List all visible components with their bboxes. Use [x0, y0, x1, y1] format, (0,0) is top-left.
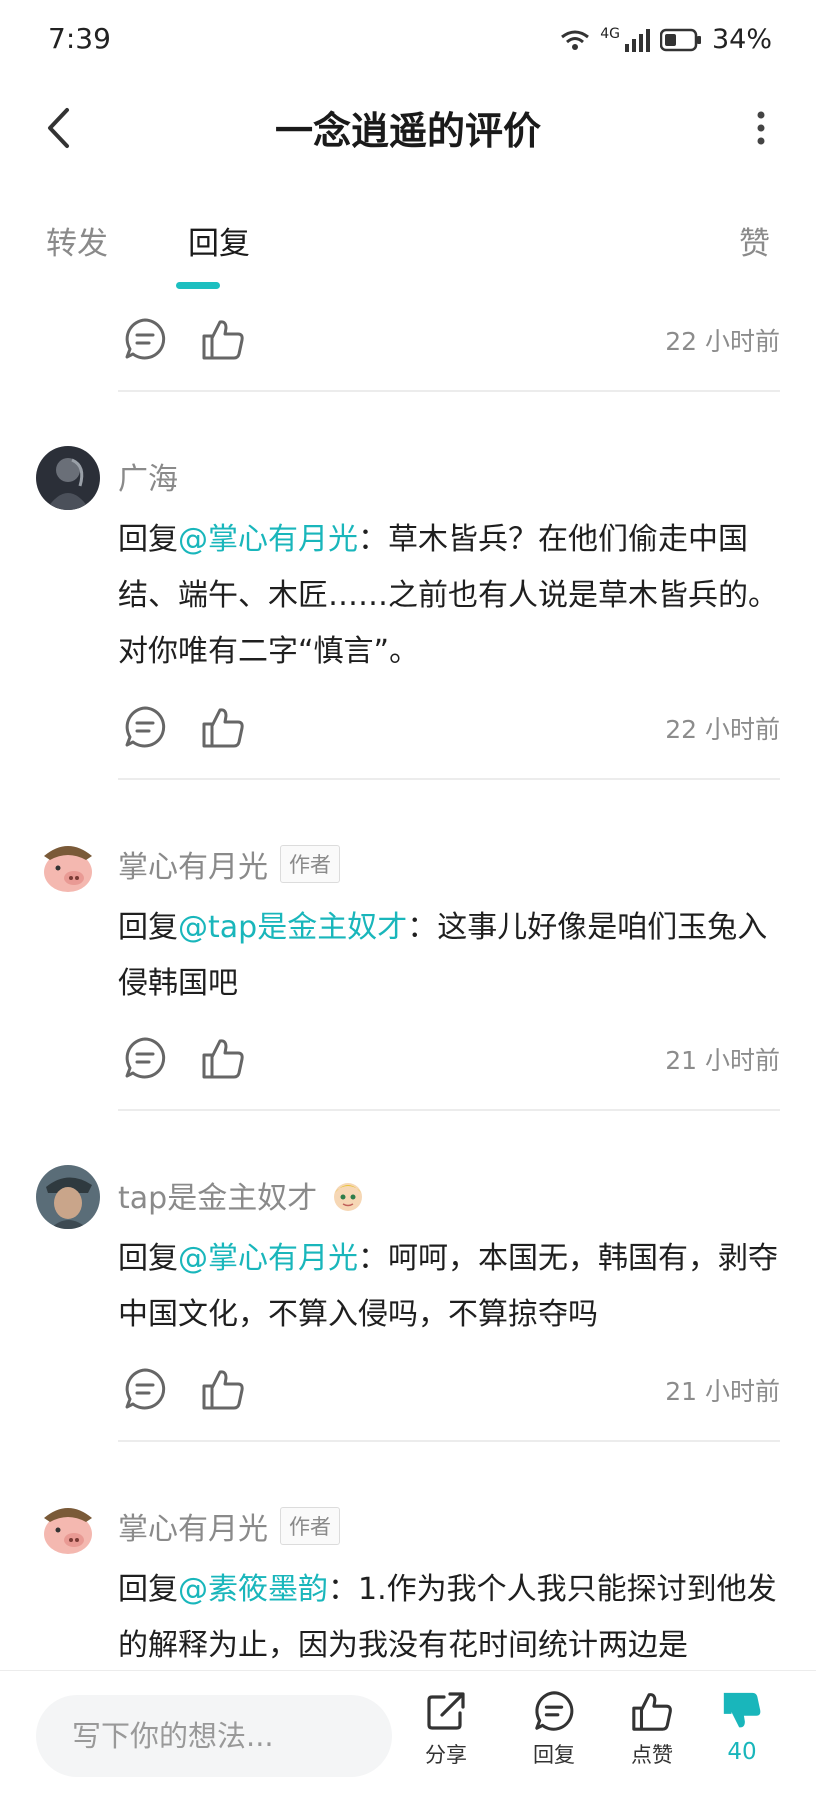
- divider: [118, 778, 780, 780]
- comment-text: 回复@tap是金主奴才：这事儿好像是咱们玉兔入侵韩国吧: [118, 900, 786, 1012]
- mention-link[interactable]: @掌心有月光: [178, 522, 358, 557]
- comment-header: 掌心有月光 作者: [118, 1504, 340, 1548]
- comment-icon: [535, 1691, 574, 1731]
- author-badge: 作者: [280, 1507, 340, 1545]
- comment-list[interactable]: 22 小时前 广海 回复@掌心有月光：草木皆兵？在他们偷走中国结、端午、木匠………: [0, 296, 816, 1670]
- comment-actions: 22 小时前: [118, 308, 780, 368]
- more-icon: [757, 111, 765, 145]
- comment-header: tap是金主奴才: [118, 1173, 367, 1217]
- reply-prefix: 回复: [118, 522, 178, 557]
- comment-time: 22 小时前: [665, 715, 780, 744]
- divider: [118, 1440, 780, 1442]
- dislike-count: 40: [727, 1739, 757, 1765]
- reply-button[interactable]: 回复: [514, 1689, 594, 1789]
- thumbs-up-icon[interactable]: [200, 1366, 246, 1412]
- more-button[interactable]: [736, 98, 786, 158]
- signal-icon: [624, 28, 650, 52]
- tab-like[interactable]: 赞: [739, 218, 770, 263]
- username[interactable]: tap是金主奴才: [118, 1173, 317, 1217]
- avatar[interactable]: [36, 834, 100, 898]
- comment-header: 掌心有月光 作者: [118, 842, 340, 886]
- comment-time: 21 小时前: [665, 1046, 780, 1075]
- comment-text: 回复@掌心有月光：呵呵，本国无，韩国有，剥夺中国文化，不算入侵吗，不算掠夺吗: [118, 1231, 786, 1343]
- battery-icon: [659, 28, 701, 51]
- comment-icon[interactable]: [122, 704, 168, 750]
- network-type: 4G: [600, 25, 620, 42]
- author-badge: 作者: [280, 845, 340, 883]
- divider: [118, 1109, 780, 1111]
- reply-label: 回复: [533, 1743, 575, 1767]
- battery-level: 34%: [711, 24, 772, 55]
- comment-header: 广海: [118, 454, 178, 498]
- share-label: 分享: [425, 1743, 467, 1767]
- bottom-action-bar: 分享 回复 点赞 40: [0, 1670, 816, 1800]
- status-icons: 4G 34%: [560, 24, 772, 55]
- comment-actions: 21 小时前: [118, 1027, 780, 1087]
- thumbs-up-icon[interactable]: [200, 1035, 246, 1081]
- comment-input[interactable]: [36, 1695, 392, 1777]
- avatar[interactable]: [36, 1165, 100, 1229]
- comment-icon[interactable]: [122, 316, 168, 362]
- avatar[interactable]: [36, 446, 100, 510]
- username[interactable]: 广海: [118, 454, 178, 498]
- wifi-icon: [561, 30, 590, 50]
- status-time: 7:39: [48, 22, 111, 55]
- like-button[interactable]: 点赞: [612, 1689, 692, 1789]
- status-bar: 7:39 4G 34%: [0, 0, 816, 80]
- page-title: 一念逍遥的评价: [274, 109, 541, 153]
- reply-prefix: 回复: [118, 910, 178, 945]
- comment-text: 回复@掌心有月光：草木皆兵？在他们偷走中国结、端午、木匠……之前也有人说是草木皆…: [118, 512, 786, 680]
- tab-forward[interactable]: 转发: [46, 218, 108, 263]
- tab-bar: 转发 回复 赞: [0, 210, 816, 290]
- share-icon: [427, 1692, 465, 1730]
- like-label: 点赞: [631, 1743, 673, 1767]
- divider: [118, 390, 780, 392]
- thumbs-up-icon[interactable]: [200, 704, 246, 750]
- mention-link[interactable]: @掌心有月光: [178, 1241, 358, 1276]
- thumbs-up-icon[interactable]: [200, 316, 246, 362]
- comment-time: 22 小时前: [665, 327, 780, 356]
- comment-time: 21 小时前: [665, 1377, 780, 1406]
- avatar[interactable]: [36, 1496, 100, 1560]
- thumbs-up-icon: [632, 1693, 672, 1731]
- mention-link[interactable]: @素筱墨韵: [178, 1572, 328, 1607]
- username[interactable]: 掌心有月光: [118, 1504, 268, 1548]
- tab-reply[interactable]: 回复: [188, 218, 250, 263]
- mention-link[interactable]: @tap是金主奴才: [178, 910, 407, 945]
- user-badge-icon: [334, 1183, 363, 1211]
- comment-icon[interactable]: [122, 1035, 168, 1081]
- tab-indicator: [176, 282, 220, 289]
- username[interactable]: 掌心有月光: [118, 842, 268, 886]
- title-bar: 一念逍遥的评价: [0, 88, 816, 168]
- comment-actions: 21 小时前: [118, 1358, 780, 1418]
- comment-actions: 22 小时前: [118, 696, 780, 756]
- dislike-button[interactable]: 40: [702, 1689, 782, 1789]
- comment-text: 回复@素筱墨韵：1.作为我个人我只能探讨到他发的解释为止，因为我没有花时间统计两…: [118, 1562, 786, 1670]
- share-button[interactable]: 分享: [406, 1689, 486, 1789]
- reply-prefix: 回复: [118, 1241, 178, 1276]
- reply-prefix: 回复: [118, 1572, 178, 1607]
- thumbs-down-icon: [723, 1692, 761, 1728]
- comment-icon[interactable]: [122, 1366, 168, 1412]
